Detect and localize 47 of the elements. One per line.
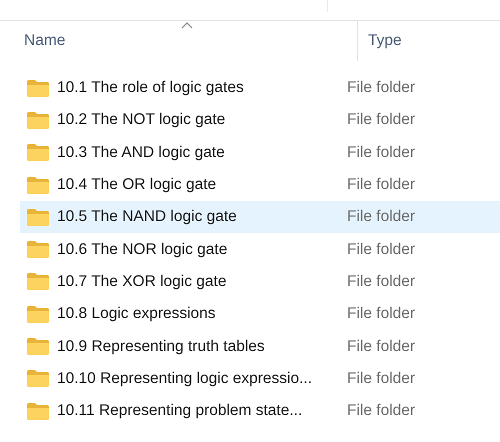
folder-type: File folder xyxy=(347,176,416,194)
folder-row[interactable]: 10.10 Representing logic expressio... File folder xyxy=(20,362,500,395)
folder-row[interactable]: 10.9 Representing truth tables File folder xyxy=(20,330,500,363)
folder-row[interactable]: 10.5 The NAND logic gate File folder xyxy=(20,201,500,234)
folder-row[interactable]: 10.8 Logic expressions File folder xyxy=(20,298,500,330)
folder-icon xyxy=(27,176,49,194)
folder-type: File folder xyxy=(347,338,416,356)
folder-row[interactable]: 10.7 The XOR logic gate File folder xyxy=(20,266,500,298)
folder-icon xyxy=(27,144,49,162)
folder-icon xyxy=(27,370,49,388)
folder-type: File folder xyxy=(347,370,416,388)
folder-name: 10.4 The OR logic gate xyxy=(57,176,218,194)
folder-icon xyxy=(27,338,49,356)
folder-type: File folder xyxy=(347,111,416,130)
sort-caret-icon xyxy=(180,22,192,29)
folder-row[interactable]: 10.1 The role of logic gates File folder xyxy=(20,72,500,104)
folder-row[interactable]: 10.4 The OR logic gate File folder xyxy=(20,168,500,202)
folder-type: File folder xyxy=(347,402,416,420)
folder-type: File folder xyxy=(347,305,416,324)
folder-icon xyxy=(27,306,49,323)
folder-name: 10.6 The NOR logic gate xyxy=(57,240,228,259)
folder-icon xyxy=(27,273,49,290)
folder-icon xyxy=(27,241,49,258)
folder-row[interactable]: 10.2 The NOT logic gate File folder xyxy=(20,104,500,137)
folder-name: 10.1 The role of logic gates xyxy=(57,79,245,98)
folder-type: File folder xyxy=(347,208,416,226)
folder-row[interactable]: 10.6 The NOR logic gate File folder xyxy=(20,233,500,266)
column-header[interactable]: Type xyxy=(358,21,500,61)
folder-row[interactable]: 10.11 Representing problem state... File folder xyxy=(20,394,500,428)
column-header[interactable]: Name xyxy=(0,21,358,61)
folder-name: 10.11 Representing problem state... xyxy=(57,402,304,420)
folder-type: File folder xyxy=(347,79,416,98)
folder-name: 10.7 The XOR logic gate xyxy=(57,272,228,291)
folder-type: File folder xyxy=(347,240,416,259)
folder-icon xyxy=(27,208,49,226)
folder-row[interactable]: 10.3 The AND logic gate File folder xyxy=(20,136,500,169)
folder-name: 10.2 The NOT logic gate xyxy=(57,111,226,130)
folder-name: 10.9 Representing truth tables xyxy=(57,338,266,356)
folder-name: 10.8 Logic expressions xyxy=(57,305,217,324)
folder-name: 10.10 Representing logic expressio... xyxy=(57,370,314,388)
folder-name: 10.3 The AND logic gate xyxy=(57,144,226,162)
folder-type: File folder xyxy=(347,144,416,162)
folder-type: File folder xyxy=(347,272,416,291)
folder-icon xyxy=(27,402,49,420)
folder-icon xyxy=(27,112,49,129)
folder-name: 10.5 The NAND logic gate xyxy=(57,208,238,226)
folder-icon xyxy=(27,80,49,97)
